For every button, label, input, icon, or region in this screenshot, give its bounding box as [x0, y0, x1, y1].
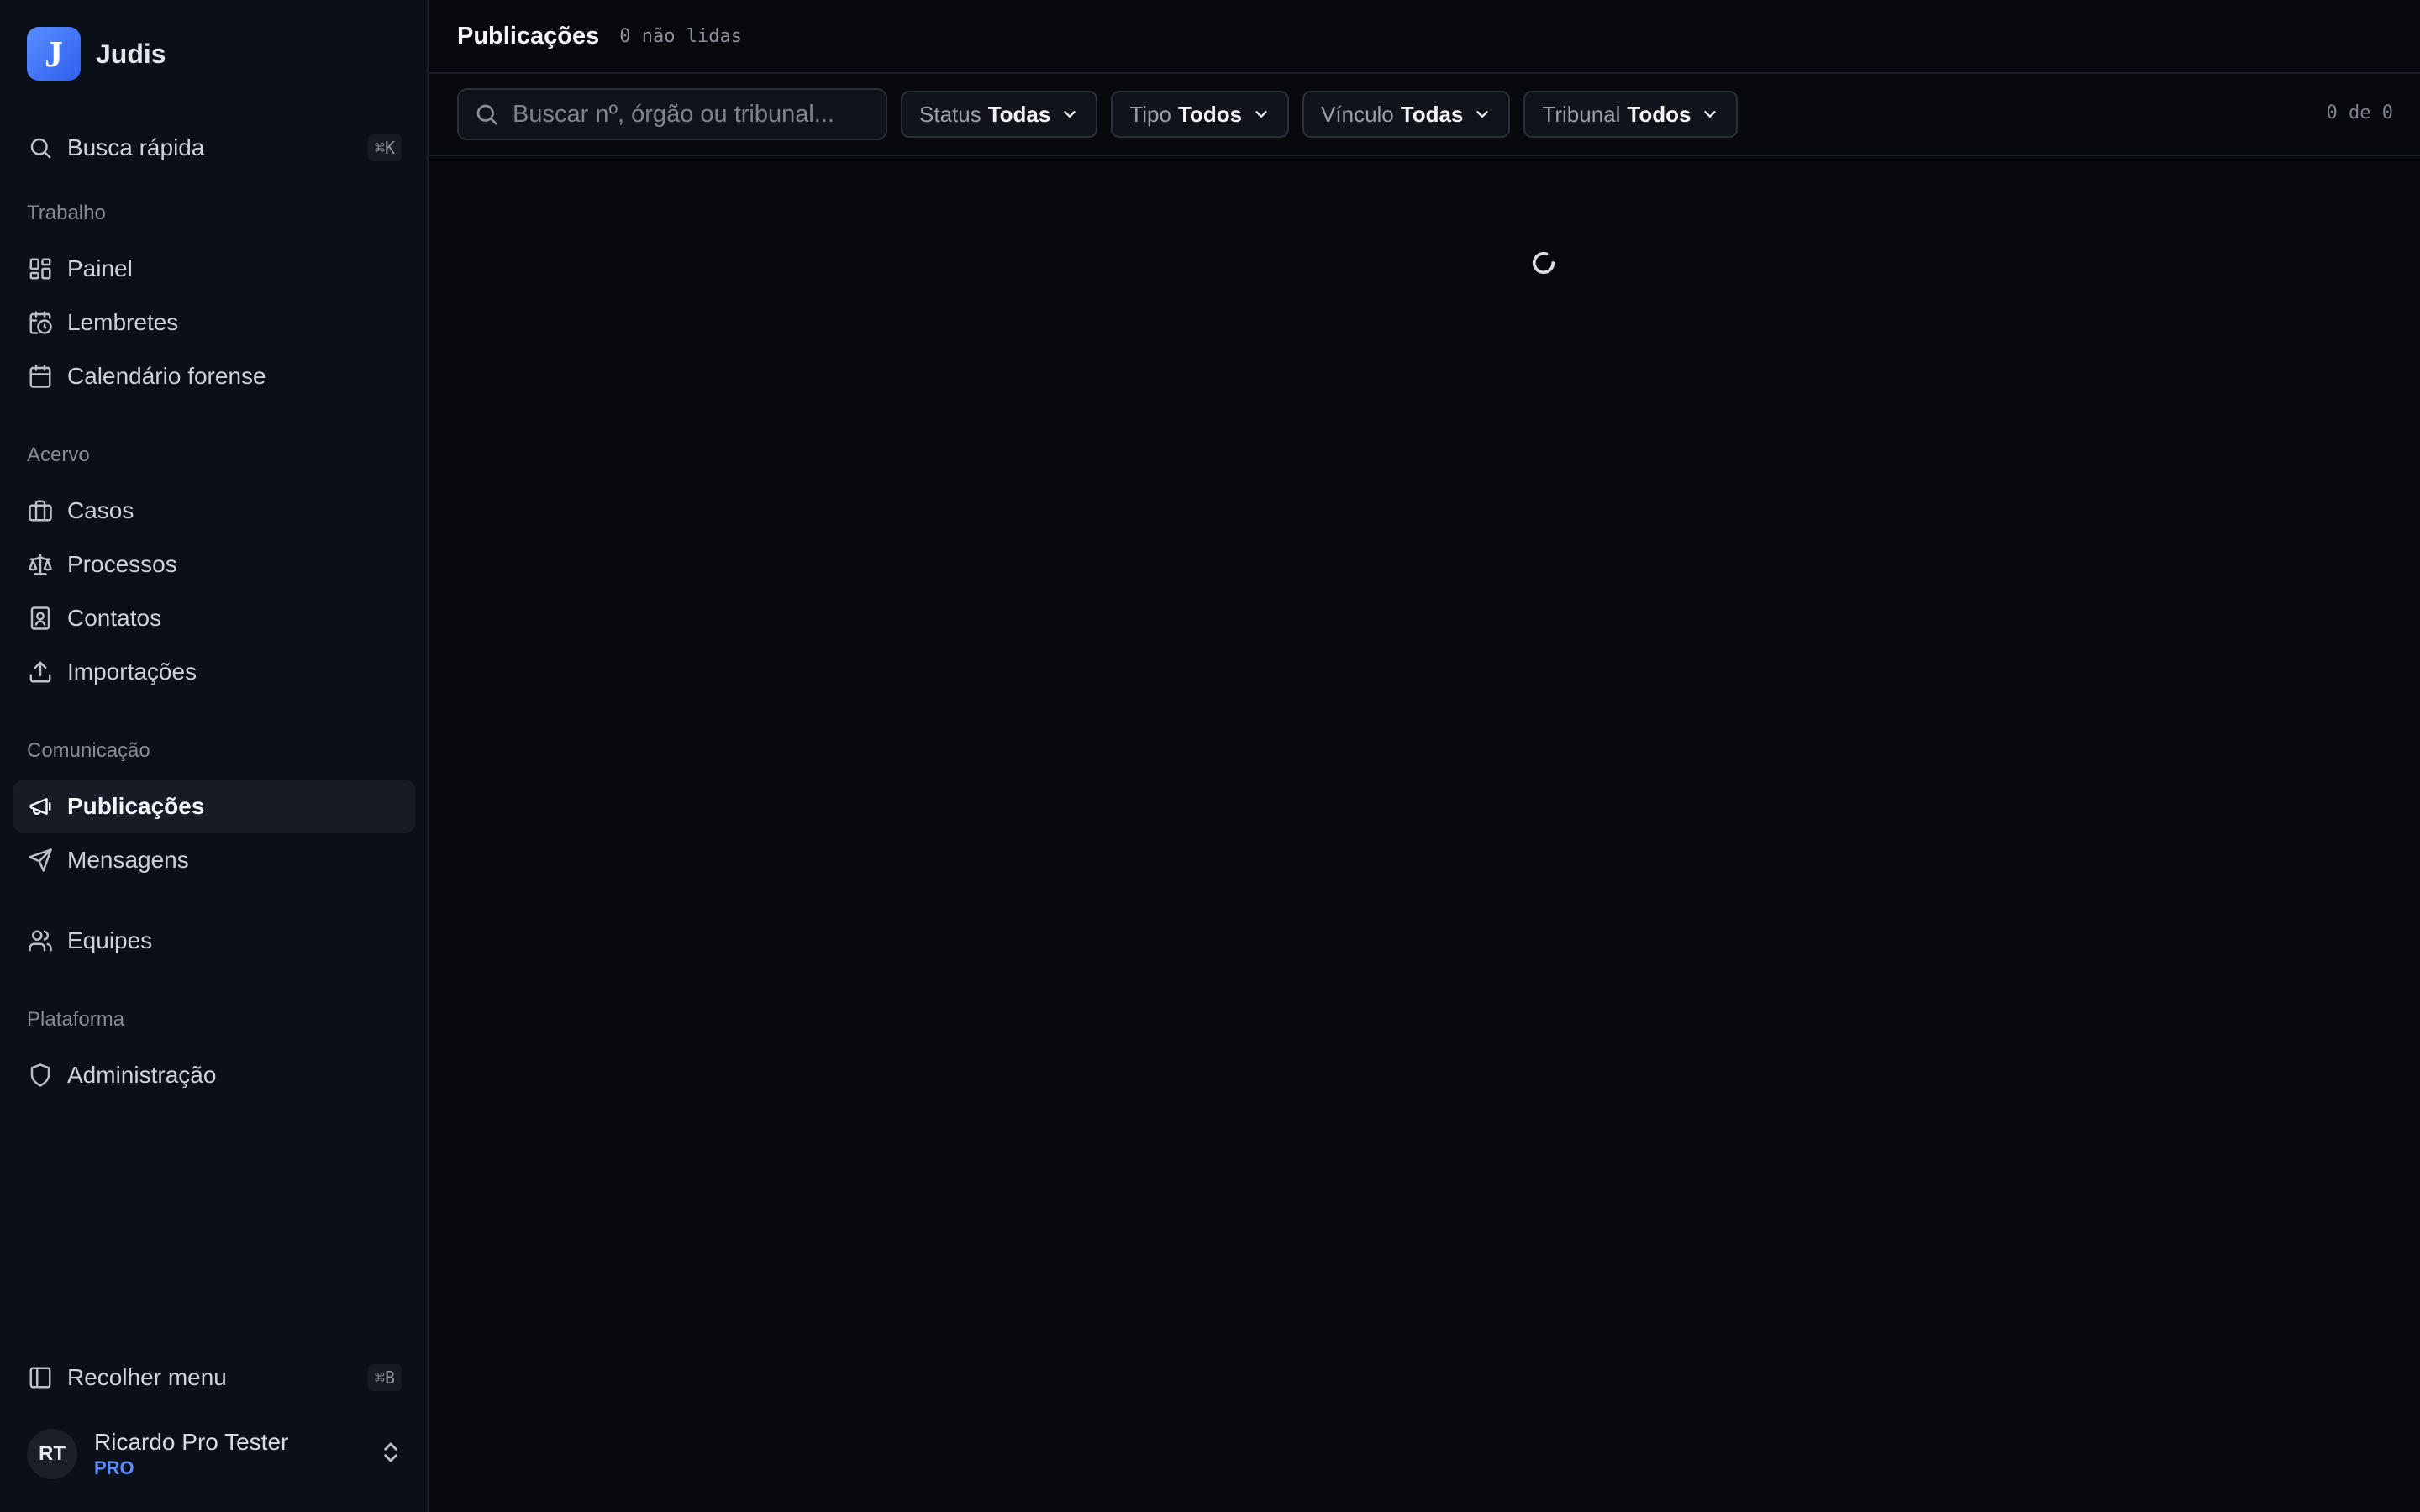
collapse-menu-shortcut: ⌘B: [367, 1364, 402, 1391]
sidebar-item-label: Painel: [67, 255, 133, 281]
main-content: Publicações 0 não lidas Status Todas Tip…: [429, 0, 2420, 1512]
calendar-icon: [27, 363, 54, 390]
quick-search-button[interactable]: Busca rápida ⌘K: [13, 121, 415, 175]
panel-left-icon: [27, 1364, 54, 1391]
chevrons-up-down-icon[interactable]: [378, 1440, 405, 1467]
filter-vinculo[interactable]: Vínculo Todas: [1302, 91, 1511, 138]
sidebar-item-importacoes[interactable]: Importações: [13, 645, 415, 699]
sidebar-item-processos[interactable]: Processos: [13, 538, 415, 591]
search-box[interactable]: [457, 88, 887, 140]
filter-tipo[interactable]: Tipo Todos: [1111, 91, 1290, 138]
chevron-down-icon: [1255, 111, 1267, 118]
loading-spinner-icon: [1531, 250, 1556, 276]
megaphone-icon: [27, 793, 54, 820]
collapse-menu-button[interactable]: Recolher menu ⌘B: [13, 1351, 415, 1404]
sidebar-item-equipes[interactable]: Equipes: [13, 914, 415, 968]
filter-label: Tribunal: [1542, 101, 1621, 127]
quick-search-shortcut: ⌘K: [367, 134, 402, 161]
search-icon: [27, 134, 54, 161]
scale-icon: [27, 551, 54, 578]
sidebar-item-label: Processos: [67, 551, 177, 577]
users-icon: [27, 927, 54, 954]
sidebar-item-label: Mensagens: [67, 847, 189, 873]
sidebar-item-label: Importações: [67, 659, 197, 685]
app: J Judis Busca rápida ⌘K Trabalho Painel …: [0, 0, 2420, 1512]
sidebar-item-label: Equipes: [67, 927, 153, 953]
chevron-down-icon: [1476, 111, 1489, 118]
chevron-down-icon: [1064, 111, 1076, 118]
upload-icon: [27, 659, 54, 685]
sidebar-item-label: Casos: [67, 497, 134, 523]
sidebar-item-publicacoes[interactable]: Publicações: [13, 780, 415, 833]
sidebar-item-mensagens[interactable]: Mensagens: [13, 833, 415, 887]
filter-value: Todos: [1177, 101, 1243, 127]
search-icon: [476, 104, 497, 125]
sidebar-item-lembretes[interactable]: Lembretes: [13, 296, 415, 349]
page-header: Publicações 0 não lidas: [429, 0, 2420, 74]
filter-value: Todas: [987, 101, 1051, 127]
sidebar-item-label: Calendário forense: [67, 363, 266, 389]
shield-icon: [27, 1062, 54, 1089]
avatar: RT: [27, 1429, 77, 1479]
briefcase-icon: [27, 497, 54, 524]
dashboard-icon: [27, 255, 54, 282]
sidebar-item-casos[interactable]: Casos: [13, 484, 415, 538]
user-name: Ricardo Pro Tester: [94, 1429, 289, 1455]
filter-tribunal[interactable]: Tribunal Todos: [1523, 91, 1739, 138]
quick-search-label: Busca rápida: [67, 134, 205, 160]
result-count: 0 de 0: [2326, 102, 2393, 123]
unread-count: 0 não lidas: [619, 25, 742, 47]
filter-label: Vínculo: [1321, 101, 1394, 127]
section-label-collection: Acervo: [27, 444, 90, 466]
search-input[interactable]: [513, 100, 882, 129]
brand[interactable]: J Judis: [27, 27, 166, 81]
calendar-clock-icon: [27, 309, 54, 336]
collapse-menu-label: Recolher menu: [67, 1364, 227, 1390]
sidebar-item-painel[interactable]: Painel: [13, 242, 415, 296]
sidebar-item-label: Administração: [67, 1062, 217, 1088]
filter-status[interactable]: Status Todas: [901, 91, 1098, 138]
page-title: Publicações: [457, 22, 600, 50]
section-label-work: Trabalho: [27, 202, 106, 224]
sidebar-item-label: Lembretes: [67, 309, 179, 335]
sidebar-item-contatos[interactable]: Contatos: [13, 591, 415, 645]
sidebar-item-calendario[interactable]: Calendário forense: [13, 349, 415, 403]
user-info: Ricardo Pro Tester PRO: [94, 1428, 288, 1480]
brand-name: Judis: [96, 38, 166, 69]
user-menu[interactable]: RT Ricardo Pro Tester PRO: [27, 1428, 405, 1480]
section-label-platform: Plataforma: [27, 1008, 125, 1031]
sidebar: J Judis Busca rápida ⌘K Trabalho Painel …: [0, 0, 429, 1512]
filter-value: Todos: [1627, 101, 1691, 127]
sidebar-item-label: Publicações: [67, 793, 205, 819]
user-plan-badge: PRO: [94, 1457, 134, 1478]
filter-label: Tipo: [1129, 101, 1171, 127]
contact-book-icon: [27, 605, 54, 632]
sidebar-item-administracao[interactable]: Administração: [13, 1048, 415, 1102]
filter-value: Todas: [1400, 101, 1464, 127]
section-label-communication: Comunicação: [27, 739, 150, 762]
filter-bar: Status Todas Tipo Todos Vínculo Todas Tr…: [429, 74, 2420, 156]
brand-logo: J: [27, 27, 81, 81]
filter-label: Status: [919, 101, 981, 127]
sidebar-item-label: Contatos: [67, 605, 162, 631]
chevron-down-icon: [1704, 111, 1717, 118]
send-icon: [27, 847, 54, 874]
